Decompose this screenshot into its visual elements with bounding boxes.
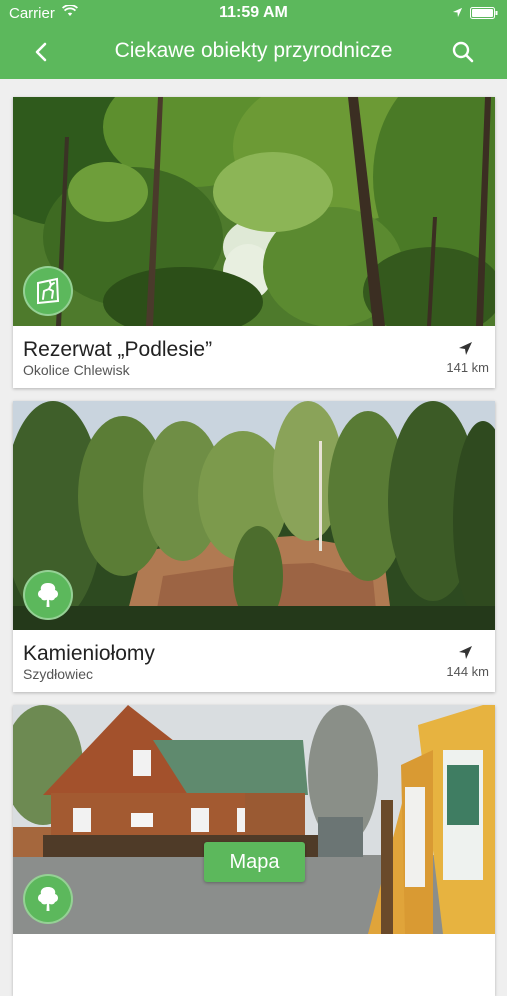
search-icon — [452, 41, 474, 63]
item-location: Okolice Chlewisk — [23, 362, 130, 378]
search-button[interactable] — [447, 36, 479, 68]
item-info: Kamieniołomy Szydłowiec 144 km — [13, 630, 495, 692]
navigation-arrow-icon — [459, 646, 472, 659]
item-distance: 141 km — [446, 360, 489, 375]
tree-icon — [23, 874, 73, 924]
status-bar: Carrier 11:59 AM — [0, 0, 507, 26]
map-button[interactable]: Mapa — [204, 842, 305, 882]
deer-icon — [23, 266, 73, 316]
item-name: Kamieniołomy — [23, 642, 155, 665]
location-arrow-icon — [452, 7, 463, 18]
clock: 11:59 AM — [219, 4, 288, 21]
item-photo — [13, 97, 495, 326]
item-location: Szydłowiec — [23, 666, 94, 682]
list-item-card[interactable]: Rezerwat „Podlesie” Okolice Chlewisk 141… — [13, 97, 495, 388]
battery-icon — [470, 7, 498, 19]
item-info: Rezerwat „Podlesie” Okolice Chlewisk 141… — [13, 326, 495, 388]
item-photo — [13, 401, 495, 630]
item-name: Rezerwat „Podlesie” — [23, 338, 213, 361]
navigation-bar: Ciekawe obiekty przyrodnicze — [0, 28, 507, 76]
top-bar: Carrier 11:59 AM Ciekawe obiekty przyrod… — [0, 0, 507, 79]
chevron-left-icon — [35, 42, 47, 62]
item-distance: 144 km — [446, 664, 489, 679]
page-title: Ciekawe obiekty przyrodnicze — [114, 39, 393, 62]
back-button[interactable] — [26, 36, 58, 68]
tree-icon — [23, 570, 73, 620]
list-item-card[interactable]: Kamieniołomy Szydłowiec 144 km — [13, 401, 495, 692]
item-info — [13, 934, 495, 996]
navigation-arrow-icon — [459, 342, 472, 355]
